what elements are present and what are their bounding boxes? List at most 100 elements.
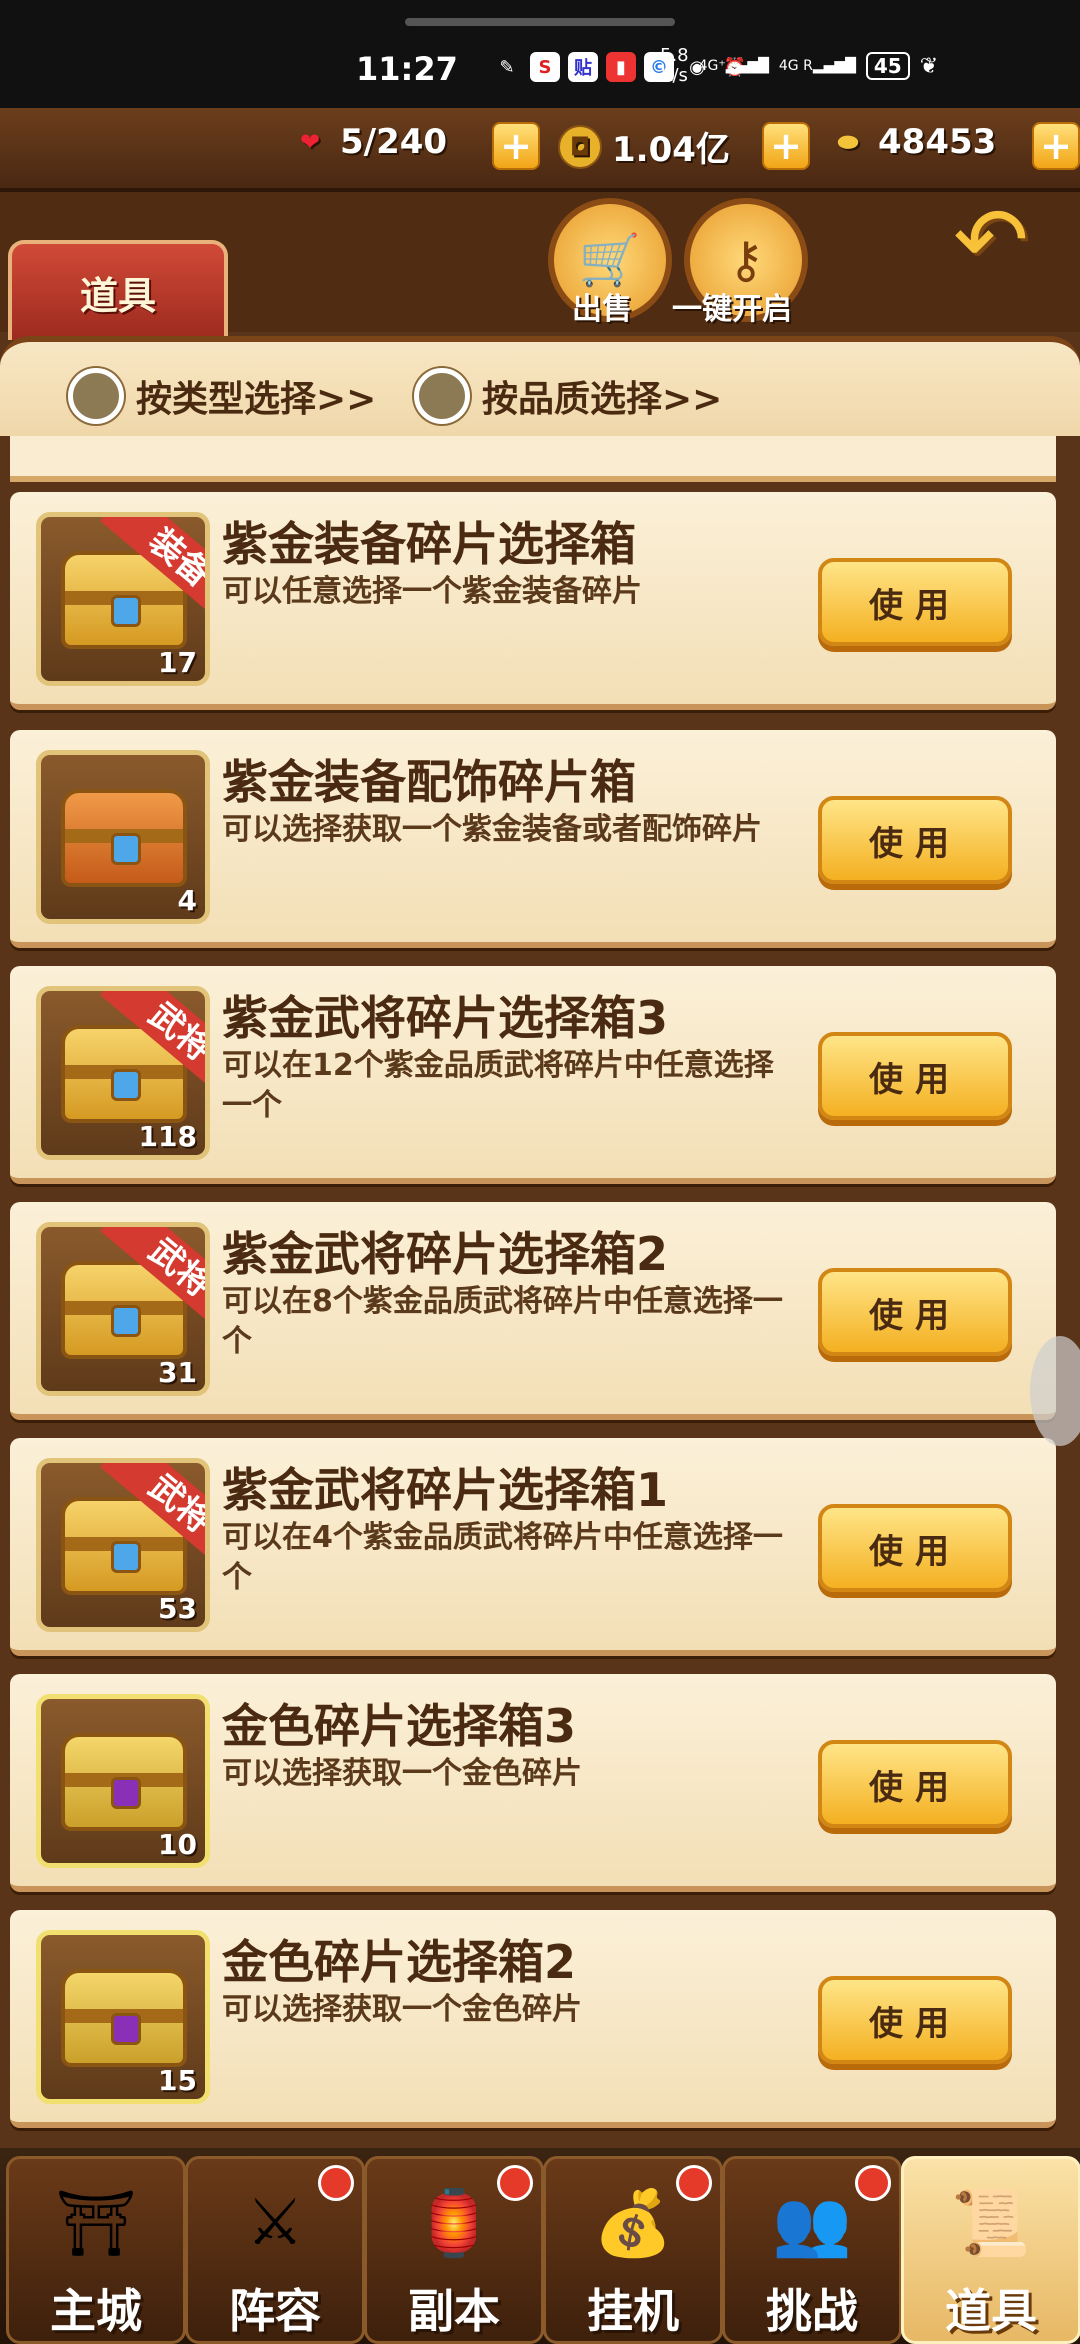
notification-badge bbox=[855, 2165, 891, 2201]
sell-label: 出售 bbox=[572, 292, 632, 327]
key-icon: ⚷ bbox=[727, 231, 765, 289]
item-description: 可以在4个紫金品质武将碎片中任意选择一个 bbox=[222, 1520, 783, 1595]
notification-badge bbox=[497, 2165, 533, 2201]
network-speed: 5.8 K/s bbox=[660, 45, 689, 86]
nav-label: 主城 bbox=[50, 2284, 142, 2338]
item-count: 31 bbox=[158, 1356, 197, 1389]
city-gate-icon: ⛩ bbox=[55, 2186, 137, 2261]
cart-icon: 🛒 bbox=[578, 230, 642, 289]
item-description: 可以任意选择一个紫金装备碎片 bbox=[222, 574, 642, 609]
list-item: 武将 118 紫金武将碎片选择箱3 可以在12个紫金品质武将碎片中任意选择一个 使用 bbox=[10, 966, 1056, 1184]
item-count: 17 bbox=[158, 646, 197, 679]
nav-label: 道具 bbox=[945, 2284, 1037, 2338]
item-description: 可以选择获取一个金色碎片 bbox=[222, 1756, 582, 1791]
item-description: 可以在12个紫金品质武将碎片中任意选择一个 bbox=[222, 1048, 774, 1123]
resource-bar: ❤ 5/240 + ◘ 1.04亿 + ⬬ 48453 + bbox=[0, 108, 1080, 192]
item-description: 可以选择获取一个紫金装备或者配饰碎片 bbox=[222, 812, 762, 847]
use-button[interactable]: 使用 bbox=[818, 1268, 1012, 1356]
filter-by-quality[interactable]: 按品质选择>> bbox=[414, 368, 722, 424]
book-app-icon: ▮ bbox=[606, 52, 636, 82]
list-item: 武将 31 紫金武将碎片选择箱2 可以在8个紫金品质武将碎片中任意选择一个 使用 bbox=[10, 1202, 1056, 1420]
bottom-nav: ⛩ 主城 ⚔ 阵容 🏮 副本 💰 挂机 👥 挑战 📜 道具 bbox=[0, 2148, 1080, 2344]
nav-item[interactable]: ⚔ 阵容 bbox=[185, 2156, 365, 2344]
treasure-chest-icon bbox=[61, 1969, 187, 2067]
add-ingots-button[interactable]: + bbox=[1032, 122, 1080, 170]
item-count: 53 bbox=[158, 1592, 197, 1625]
tab-items[interactable]: 道具 bbox=[8, 240, 228, 340]
coin-icon: ◘ bbox=[558, 124, 602, 169]
items-bag-icon: 📜 bbox=[951, 2186, 1031, 2261]
item-thumbnail[interactable]: 15 bbox=[36, 1930, 210, 2104]
notification-badge bbox=[318, 2165, 354, 2201]
item-description: 可以在8个紫金品质武将碎片中任意选择一个 bbox=[222, 1284, 783, 1359]
tieba-icon: 贴 bbox=[568, 52, 598, 82]
ingots-display: ⬬ 48453 bbox=[828, 122, 997, 162]
nav-item[interactable]: 🏮 副本 bbox=[364, 2156, 544, 2344]
item-thumbnail[interactable]: 10 bbox=[36, 1694, 210, 1868]
status-bar: 11:27 ✎ S 贴 ▮ © ◉ ⏰ 5.8 K/s 4G⁺▂▄▆█ 4G R▂… bbox=[0, 0, 1080, 108]
notch-indicator bbox=[405, 18, 675, 26]
use-button[interactable]: 使用 bbox=[818, 1976, 1012, 2064]
filter-bar: 按类型选择>> 按品质选择>> bbox=[0, 336, 1080, 442]
item-title: 紫金武将碎片选择箱3 bbox=[222, 991, 669, 1045]
item-title: 紫金武将碎片选择箱1 bbox=[222, 1463, 669, 1517]
treasure-chest-icon bbox=[61, 789, 187, 887]
filter-by-type[interactable]: 按类型选择>> bbox=[68, 368, 376, 424]
back-arrow-icon: ↶ bbox=[953, 188, 1029, 293]
item-thumbnail[interactable]: 武将 31 bbox=[36, 1222, 210, 1396]
notification-badge bbox=[676, 2165, 712, 2201]
radio-type[interactable] bbox=[68, 368, 124, 424]
item-title: 紫金武将碎片选择箱2 bbox=[222, 1227, 669, 1281]
nav-item[interactable]: 👥 挑战 bbox=[722, 2156, 902, 2344]
add-stamina-button[interactable]: + bbox=[492, 122, 540, 170]
status-right: 5.8 K/s 4G⁺▂▄▆█ 4G R▂▄▆█ 45 ❦ bbox=[660, 46, 938, 86]
partial-card bbox=[10, 436, 1056, 482]
nav-item[interactable]: 💰 挂机 bbox=[543, 2156, 723, 2344]
treasure-chest-icon bbox=[61, 1733, 187, 1831]
use-button[interactable]: 使用 bbox=[818, 796, 1012, 884]
nav-item[interactable]: ⛩ 主城 bbox=[6, 2156, 186, 2344]
item-list[interactable]: 装备 17 紫金装备碎片选择箱 可以任意选择一个紫金装备碎片 使用 4 紫金装备配饰碎片箱可… bbox=[0, 436, 1080, 2148]
add-coins-button[interactable]: + bbox=[762, 122, 810, 170]
nfc-icon: ✎ bbox=[499, 56, 515, 78]
signal-icon-1: 4G⁺▂▄▆█ bbox=[698, 58, 769, 74]
list-item: 装备 17 紫金装备碎片选择箱 可以任意选择一个紫金装备碎片 使用 bbox=[10, 492, 1056, 710]
stamina-display: ❤ 5/240 bbox=[290, 122, 447, 162]
dungeon-icon: 🏮 bbox=[414, 2186, 494, 2261]
list-item: 10 金色碎片选择箱3 可以选择获取一个金色碎片 使用 bbox=[10, 1674, 1056, 1892]
item-title: 紫金装备碎片选择箱 bbox=[222, 517, 636, 571]
item-thumbnail[interactable]: 装备 17 bbox=[36, 512, 210, 686]
item-title: 金色碎片选择箱3 bbox=[222, 1699, 577, 1753]
item-title: 紫金装备配饰碎片箱 bbox=[222, 755, 636, 809]
battery-indicator: 45 bbox=[865, 52, 910, 80]
status-time: 11:27 bbox=[356, 50, 458, 88]
radio-quality[interactable] bbox=[414, 368, 470, 424]
leaf-icon: ❦ bbox=[919, 53, 939, 79]
item-thumbnail[interactable]: 武将 53 bbox=[36, 1458, 210, 1632]
open-all-label: 一键开启 bbox=[672, 292, 792, 327]
gold-ingot-icon: ⬬ bbox=[837, 128, 859, 156]
sina-icon: S bbox=[530, 52, 560, 82]
back-button[interactable]: ↶ bbox=[936, 196, 1046, 286]
use-button[interactable]: 使用 bbox=[818, 1032, 1012, 1120]
signal-icon-2: 4G R▂▄▆█ bbox=[778, 58, 856, 74]
item-count: 15 bbox=[158, 2064, 197, 2097]
item-thumbnail[interactable]: 武将 118 bbox=[36, 986, 210, 1160]
item-description: 可以选择获取一个金色碎片 bbox=[222, 1992, 582, 2027]
nav-label: 副本 bbox=[408, 2284, 500, 2338]
list-item: 武将 53 紫金武将碎片选择箱1 可以在4个紫金品质武将碎片中任意选择一个 使用 bbox=[10, 1438, 1056, 1656]
nav-label: 阵容 bbox=[229, 2284, 321, 2338]
list-item: 15 金色碎片选择箱2 可以选择获取一个金色碎片 使用 bbox=[10, 1910, 1056, 2128]
use-button[interactable]: 使用 bbox=[818, 1740, 1012, 1828]
heart-icon: ❤ bbox=[299, 128, 321, 156]
item-thumbnail[interactable]: 4 bbox=[36, 750, 210, 924]
nav-item[interactable]: 📜 道具 bbox=[901, 2156, 1080, 2344]
list-item: 4 紫金装备配饰碎片箱 可以选择获取一个紫金装备或者配饰碎片 使用 bbox=[10, 730, 1056, 948]
use-button[interactable]: 使用 bbox=[818, 1504, 1012, 1592]
item-title: 金色碎片选择箱2 bbox=[222, 1935, 577, 1989]
item-count: 4 bbox=[177, 884, 197, 917]
nav-label: 挑战 bbox=[766, 2284, 858, 2338]
nav-label: 挂机 bbox=[587, 2284, 679, 2338]
use-button[interactable]: 使用 bbox=[818, 558, 1012, 646]
challenge-icon: 👥 bbox=[772, 2186, 852, 2261]
